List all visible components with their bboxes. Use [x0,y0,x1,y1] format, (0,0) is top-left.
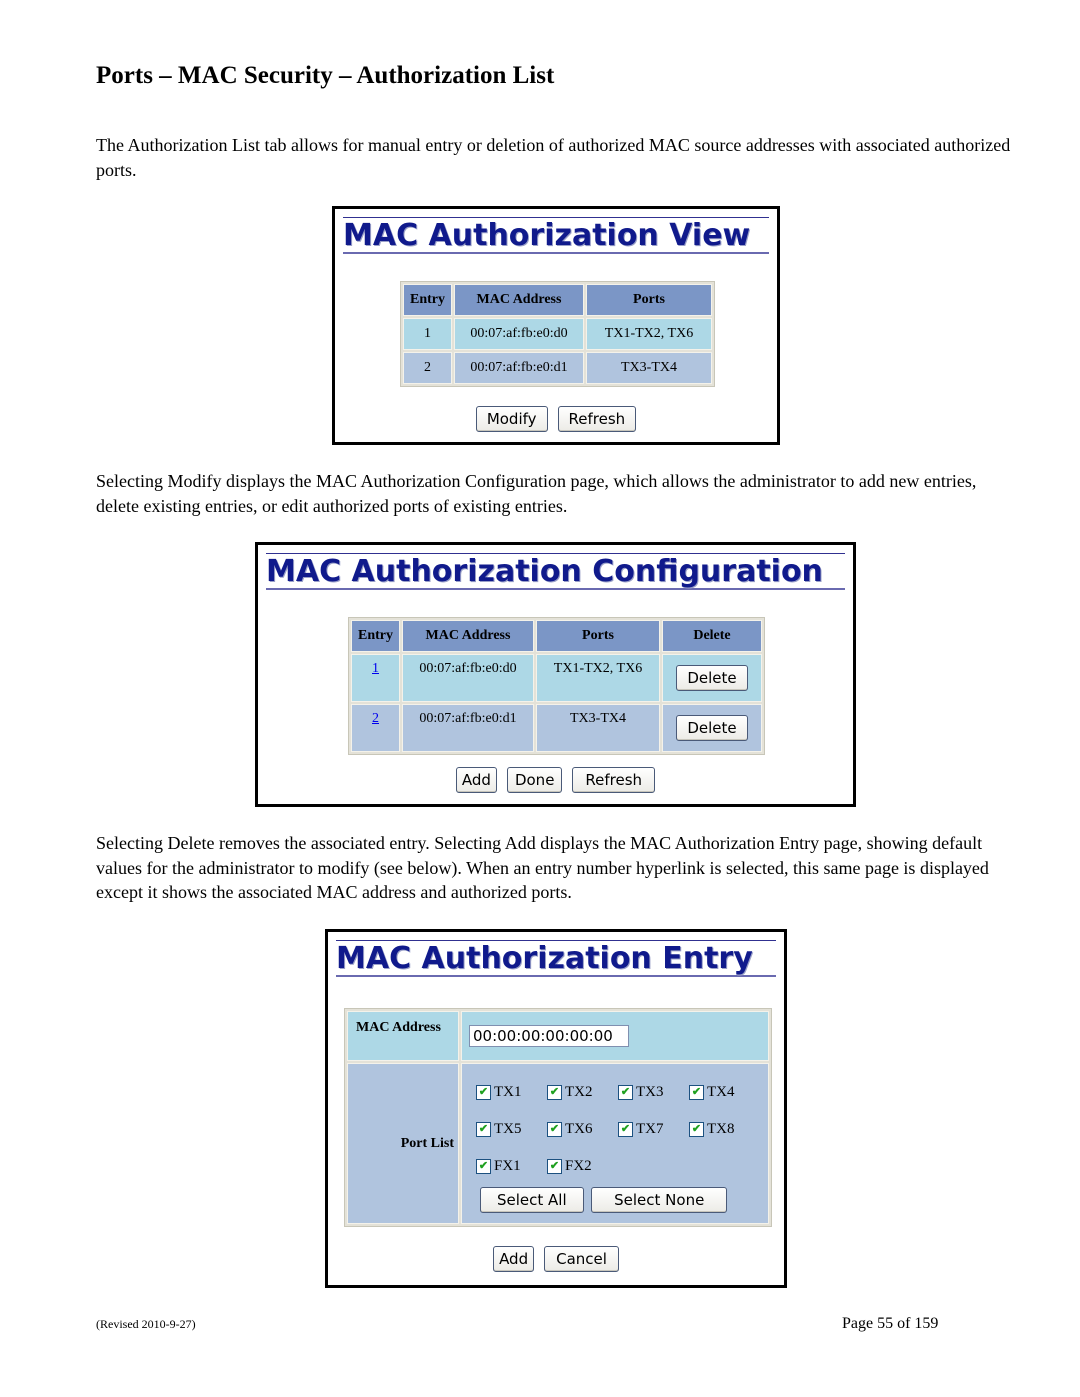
checkbox-checked-icon[interactable]: ✔ [618,1085,633,1100]
add-button[interactable]: Add [493,1246,535,1272]
port-label: TX8 [707,1121,735,1137]
configuration-table: Entry MAC Address Ports Delete 1 00:07:a… [348,617,765,755]
port-label: TX2 [565,1084,593,1100]
page-number: Page 55 of 159 [842,1315,939,1332]
port-label: TX3 [636,1084,664,1100]
port-label: FX2 [565,1158,592,1174]
column-header-mac-address: MAC Address [402,620,534,652]
view-title: MAC Authorization View [343,217,769,254]
port-tx1[interactable]: ✔ TX1 [476,1084,547,1101]
configuration-title: MAC Authorization Configuration [266,553,845,590]
checkbox-checked-icon[interactable]: ✔ [547,1122,562,1137]
checkbox-checked-icon[interactable]: ✔ [547,1085,562,1100]
view-table: Entry MAC Address Ports 1 00:07:af:fb:e0… [400,281,715,387]
port-list-row: Port List ✔ TX1 ✔ TX2 ✔ TX3 ✔ TX4 ✔ TX5 ✔ TX6 … [347,1063,769,1224]
page-heading: Ports – MAC Security – Authorization Lis… [96,62,555,89]
checkbox-checked-icon[interactable]: ✔ [476,1159,491,1174]
port-label: TX4 [707,1084,735,1100]
checkbox-checked-icon[interactable]: ✔ [618,1122,633,1137]
mac-address-input[interactable] [469,1025,629,1047]
port-fx2[interactable]: ✔ FX2 [547,1158,618,1175]
column-header-entry: Entry [351,620,400,652]
port-list: ✔ TX1 ✔ TX2 ✔ TX3 ✔ TX4 ✔ TX5 ✔ TX6 ✔ TX7 ✔ TX8 … [461,1063,769,1224]
mac-authorization-entry-screenshot: MAC Authorization Entry MAC Address Port… [325,929,787,1288]
view-button-row: Modify Refresh [335,406,777,432]
entry-cell: 1 [403,318,452,350]
refresh-button[interactable]: Refresh [572,767,656,793]
port-tx7[interactable]: ✔ TX7 [618,1121,689,1138]
checkbox-checked-icon[interactable]: ✔ [547,1159,562,1174]
entry-button-row: Add Cancel [328,1246,784,1272]
column-header-entry: Entry [403,284,452,316]
delete-button[interactable]: Delete [676,715,748,741]
table-header-row: Entry MAC Address Ports Delete [351,620,762,652]
mac-authorization-view-screenshot: MAC Authorization View Entry MAC Address… [332,206,780,445]
table-row: 2 00:07:af:fb:e0:d1 TX3-TX4 Delete [351,704,762,752]
entry-link-2[interactable]: 2 [372,711,379,726]
column-header-mac-address: MAC Address [454,284,584,316]
checkbox-checked-icon[interactable]: ✔ [689,1122,704,1137]
port-label: TX5 [494,1121,522,1137]
port-label: TX7 [636,1121,664,1137]
table-header-row: Entry MAC Address Ports [403,284,712,316]
select-none-button[interactable]: Select None [591,1187,728,1213]
mac-cell: 00:07:af:fb:e0:d1 [402,704,534,752]
checkbox-checked-icon[interactable]: ✔ [476,1085,491,1100]
mac-cell: 00:07:af:fb:e0:d0 [402,654,534,702]
ports-cell: TX1-TX2, TX6 [586,318,712,350]
port-tx6[interactable]: ✔ TX6 [547,1121,618,1138]
add-button[interactable]: Add [455,767,497,793]
port-list-label: Port List [347,1063,459,1224]
entry-form-table: MAC Address Port List ✔TX1 ✔TX2 ✔TX3 ✔TX… [344,1008,772,1227]
mac-cell: 00:07:af:fb:e0:d0 [454,318,584,350]
ports-cell: TX3-TX4 [586,352,712,384]
ports-cell: TX3-TX4 [536,704,660,752]
column-header-ports: Ports [586,284,712,316]
checkbox-checked-icon[interactable]: ✔ [476,1122,491,1137]
port-tx4[interactable]: ✔ TX4 [689,1084,760,1101]
select-all-button[interactable]: Select All [480,1187,584,1213]
ports-cell: TX1-TX2, TX6 [536,654,660,702]
delete-button[interactable]: Delete [676,665,748,691]
port-tx5[interactable]: ✔ TX5 [476,1121,547,1138]
configuration-button-row: Add Done Refresh [258,767,853,793]
port-label: FX1 [494,1158,521,1174]
refresh-button[interactable]: Refresh [557,406,637,432]
table-row: 1 00:07:af:fb:e0:d0 TX1-TX2, TX6 [403,318,712,350]
delete-paragraph: Selecting Delete removes the associated … [96,833,989,902]
port-tx3[interactable]: ✔ TX3 [618,1084,689,1101]
modify-paragraph: Selecting Modify displays the MAC Author… [96,471,977,516]
port-tx2[interactable]: ✔ TX2 [547,1084,618,1101]
mac-address-row: MAC Address [347,1011,769,1061]
checkbox-checked-icon[interactable]: ✔ [689,1085,704,1100]
table-row: 2 00:07:af:fb:e0:d1 TX3-TX4 [403,352,712,384]
port-fx1[interactable]: ✔ FX1 [476,1158,547,1175]
port-label: TX6 [565,1121,593,1137]
column-header-delete: Delete [662,620,762,652]
intro-paragraph: The Authorization List tab allows for ma… [96,135,1011,180]
mac-cell: 00:07:af:fb:e0:d1 [454,352,584,384]
revision-date: (Revised 2010-9-27) [96,1317,196,1331]
column-header-ports: Ports [536,620,660,652]
entry-title: MAC Authorization Entry [336,940,776,977]
mac-authorization-configuration-screenshot: MAC Authorization Configuration Entry MA… [255,542,856,807]
modify-button[interactable]: Modify [475,406,548,432]
table-row: 1 00:07:af:fb:e0:d0 TX1-TX2, TX6 Delete [351,654,762,702]
port-label: TX1 [494,1084,522,1100]
done-button[interactable]: Done [506,767,563,793]
port-tx8[interactable]: ✔ TX8 [689,1121,760,1138]
entry-cell: 2 [403,352,452,384]
cancel-button[interactable]: Cancel [544,1246,619,1272]
entry-link-1[interactable]: 1 [372,661,379,676]
mac-address-label: MAC Address [347,1011,459,1061]
